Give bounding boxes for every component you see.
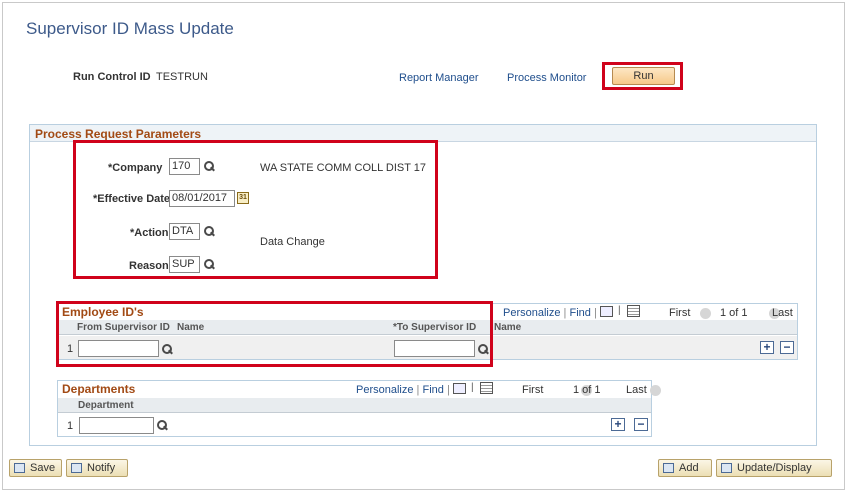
action-label: *Action	[130, 227, 169, 239]
params-highlight	[73, 140, 438, 279]
view-all-icon[interactable]	[600, 306, 613, 317]
last-label: Last	[772, 307, 793, 319]
employee-grid-toolbar: Personalize | Find |	[503, 307, 597, 319]
add-row-button[interactable]: +	[760, 341, 774, 354]
save-button[interactable]: Save	[9, 459, 62, 477]
row-number: 1	[67, 420, 74, 432]
save-icon	[14, 463, 25, 473]
reason-lookup-icon[interactable]	[203, 258, 215, 270]
run-control-label: Run Control ID	[73, 71, 151, 83]
departments-grid-toolbar: Personalize | Find |	[356, 384, 450, 396]
reason-label: Reason	[129, 260, 169, 272]
notify-label: Notify	[87, 462, 116, 474]
calendar-icon[interactable]: 31	[237, 192, 249, 204]
find-link[interactable]: Find	[569, 307, 590, 319]
report-manager-link[interactable]: Report Manager	[399, 72, 479, 84]
add-row-button[interactable]: +	[611, 418, 625, 431]
departments-grid-header	[58, 398, 651, 413]
action-description: Data Change	[260, 236, 325, 248]
process-monitor-link[interactable]: Process Monitor	[507, 72, 586, 84]
update-display-button[interactable]: Update/Display	[716, 459, 832, 477]
page-title: Supervisor ID Mass Update	[26, 19, 234, 38]
row-range: 1 of 1	[573, 384, 601, 396]
add-icon	[663, 463, 674, 473]
toolbar-separator: |	[563, 307, 567, 319]
company-input[interactable]: 170	[169, 158, 200, 175]
department-input[interactable]	[79, 417, 154, 434]
company-lookup-icon[interactable]	[203, 160, 215, 172]
last-label: Last	[626, 384, 647, 396]
add-label: Add	[679, 462, 699, 474]
department-lookup-icon[interactable]	[156, 419, 168, 431]
effective-date-label: *Effective Date	[93, 193, 171, 205]
update-display-icon	[721, 463, 732, 473]
next-icon[interactable]	[650, 384, 662, 396]
action-input[interactable]: DTA	[169, 223, 200, 240]
add-button[interactable]: Add	[658, 459, 712, 477]
toolbar-separator: |	[471, 382, 474, 393]
company-label: *Company	[108, 162, 163, 174]
col-name: Name	[494, 322, 522, 333]
company-description: WA STATE COMM COLL DIST 17	[260, 162, 427, 174]
notify-icon	[71, 463, 82, 473]
find-link[interactable]: Find	[422, 384, 443, 396]
first-label: First	[669, 307, 691, 319]
toolbar-separator: |	[618, 305, 621, 316]
delete-row-button[interactable]: −	[634, 418, 648, 431]
delete-row-button[interactable]: −	[780, 341, 794, 354]
notify-button[interactable]: Notify	[66, 459, 128, 477]
toolbar-separator: |	[593, 307, 597, 319]
effective-date-input[interactable]: 08/01/2017	[169, 190, 235, 207]
personalize-link[interactable]: Personalize	[503, 307, 560, 319]
download-icon[interactable]	[627, 305, 640, 317]
update-display-label: Update/Display	[737, 462, 812, 474]
action-lookup-icon[interactable]	[203, 225, 215, 237]
view-all-icon[interactable]	[453, 383, 466, 394]
run-button[interactable]: Run	[612, 67, 675, 85]
download-icon[interactable]	[480, 382, 493, 394]
prev-icon[interactable]	[700, 307, 711, 319]
personalize-link[interactable]: Personalize	[356, 384, 413, 396]
departments-grid-title: Departments	[62, 382, 136, 396]
col-department: Department	[78, 400, 134, 411]
row-range: 1 of 1	[720, 307, 748, 319]
toolbar-separator: |	[446, 384, 450, 396]
reason-input[interactable]: SUP	[169, 256, 200, 273]
toolbar-separator: |	[416, 384, 420, 396]
employee-highlight	[56, 301, 493, 367]
run-control-value: TESTRUN	[156, 71, 208, 83]
save-label: Save	[30, 462, 56, 474]
first-label: First	[522, 384, 544, 396]
